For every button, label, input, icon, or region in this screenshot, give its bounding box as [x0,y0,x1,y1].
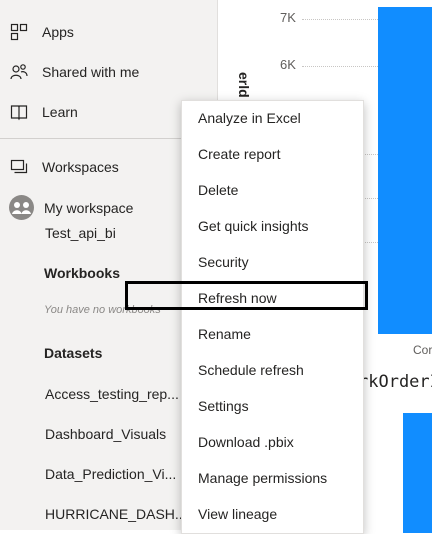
shared-people-icon [10,64,28,80]
dataset-item[interactable]: Dashboard_Visuals [45,426,166,442]
menu-item-label: Delete [198,182,239,198]
nav-item-apps[interactable]: Apps [0,16,217,48]
menu-item-settings[interactable]: Settings [182,389,363,425]
y-tick-7k: 7K [280,10,296,25]
nav-label: Apps [42,24,74,40]
menu-item-label: Get quick insights [198,218,309,234]
menu-item-label: Download .pbix [198,434,294,450]
menu-item-download-pbix[interactable]: Download .pbix [182,425,363,461]
dataset-item[interactable]: HURRICANE_DASH... [45,506,187,522]
people-icon [12,202,31,214]
book-icon [10,105,28,121]
chart-bar[interactable] [378,7,432,334]
menu-item-schedule-refresh[interactable]: Schedule refresh [182,353,363,389]
menu-item-delete[interactable]: Delete [182,173,363,209]
menu-item-manage-permissions[interactable]: Manage permissions [182,461,363,497]
nav-label: Workspaces [42,159,119,175]
menu-item-label: Rename [198,326,251,342]
y-axis-title: erld [236,72,252,98]
workspace-avatar [9,195,34,220]
workspaces-icon [10,159,28,174]
workbooks-heading: Workbooks [44,265,120,281]
menu-item-get-quick-insights[interactable]: Get quick insights [182,209,363,245]
y-tick-6k: 6K [280,57,296,72]
dataset-context-menu: Analyze in Excel Create report Delete Ge… [181,100,364,534]
menu-item-rename[interactable]: Rename [182,317,363,353]
menu-item-security[interactable]: Security [182,245,363,281]
datasets-heading: Datasets [44,345,103,361]
dataset-item[interactable]: Data_Prediction_Vi... [45,466,176,482]
dataset-item[interactable]: Access_testing_rep... [45,386,179,402]
chart-bar[interactable] [403,413,432,533]
workspace-name[interactable]: Test_api_bi [45,225,116,241]
menu-item-label: View lineage [198,506,278,522]
menu-item-label: Settings [198,398,249,414]
apps-icon [10,23,28,41]
nav-item-shared[interactable]: Shared with me [0,56,217,88]
menu-item-create-report[interactable]: Create report [182,137,363,173]
x-category-label: Cor [413,343,432,357]
menu-item-refresh-now[interactable]: Refresh now [182,281,363,317]
menu-item-view-lineage[interactable]: View lineage [182,497,363,533]
my-workspace-label[interactable]: My workspace [44,200,133,216]
second-chart-title: rkOrderI [358,372,432,392]
menu-item-label: Schedule refresh [198,362,304,378]
menu-item-label: Create report [198,146,281,162]
workbooks-empty-message: You have no workbooks [44,304,161,316]
nav-label: Learn [42,104,78,120]
menu-item-label: Manage permissions [198,470,328,486]
menu-item-label: Refresh now [198,290,277,306]
menu-item-label: Security [198,254,249,270]
menu-item-label: Analyze in Excel [198,110,301,126]
menu-item-analyze-in-excel[interactable]: Analyze in Excel [182,101,363,137]
nav-label: Shared with me [42,64,140,80]
